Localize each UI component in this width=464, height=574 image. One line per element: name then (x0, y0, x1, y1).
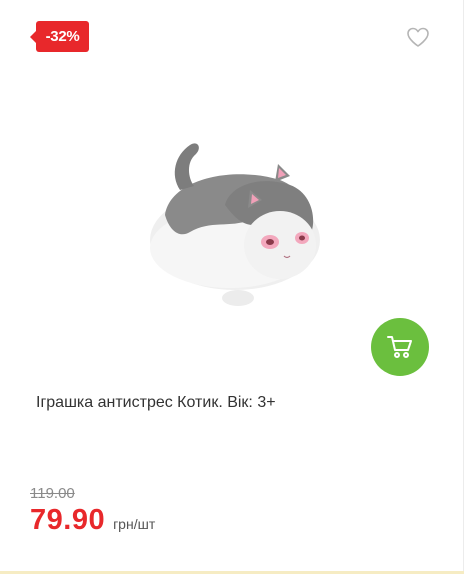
price-unit: грн/шт (113, 516, 156, 532)
price-row: 79.90 грн/шт (30, 504, 155, 537)
shopping-cart-icon (387, 336, 412, 358)
discount-badge: -32% (30, 21, 89, 52)
product-card[interactable]: -32% Іграшка антистрес Котик. Вік: 3+ 11… (0, 0, 464, 574)
current-price: 79.90 (30, 504, 106, 536)
favorite-button[interactable] (406, 26, 430, 48)
heart-outline-icon (407, 27, 429, 47)
old-price: 119.00 (30, 485, 75, 502)
product-image[interactable] (130, 120, 330, 320)
add-to-cart-button[interactable] (371, 318, 429, 376)
cat-toy-image (150, 143, 320, 306)
product-title[interactable]: Іграшка антистрес Котик. Вік: 3+ (36, 394, 276, 412)
